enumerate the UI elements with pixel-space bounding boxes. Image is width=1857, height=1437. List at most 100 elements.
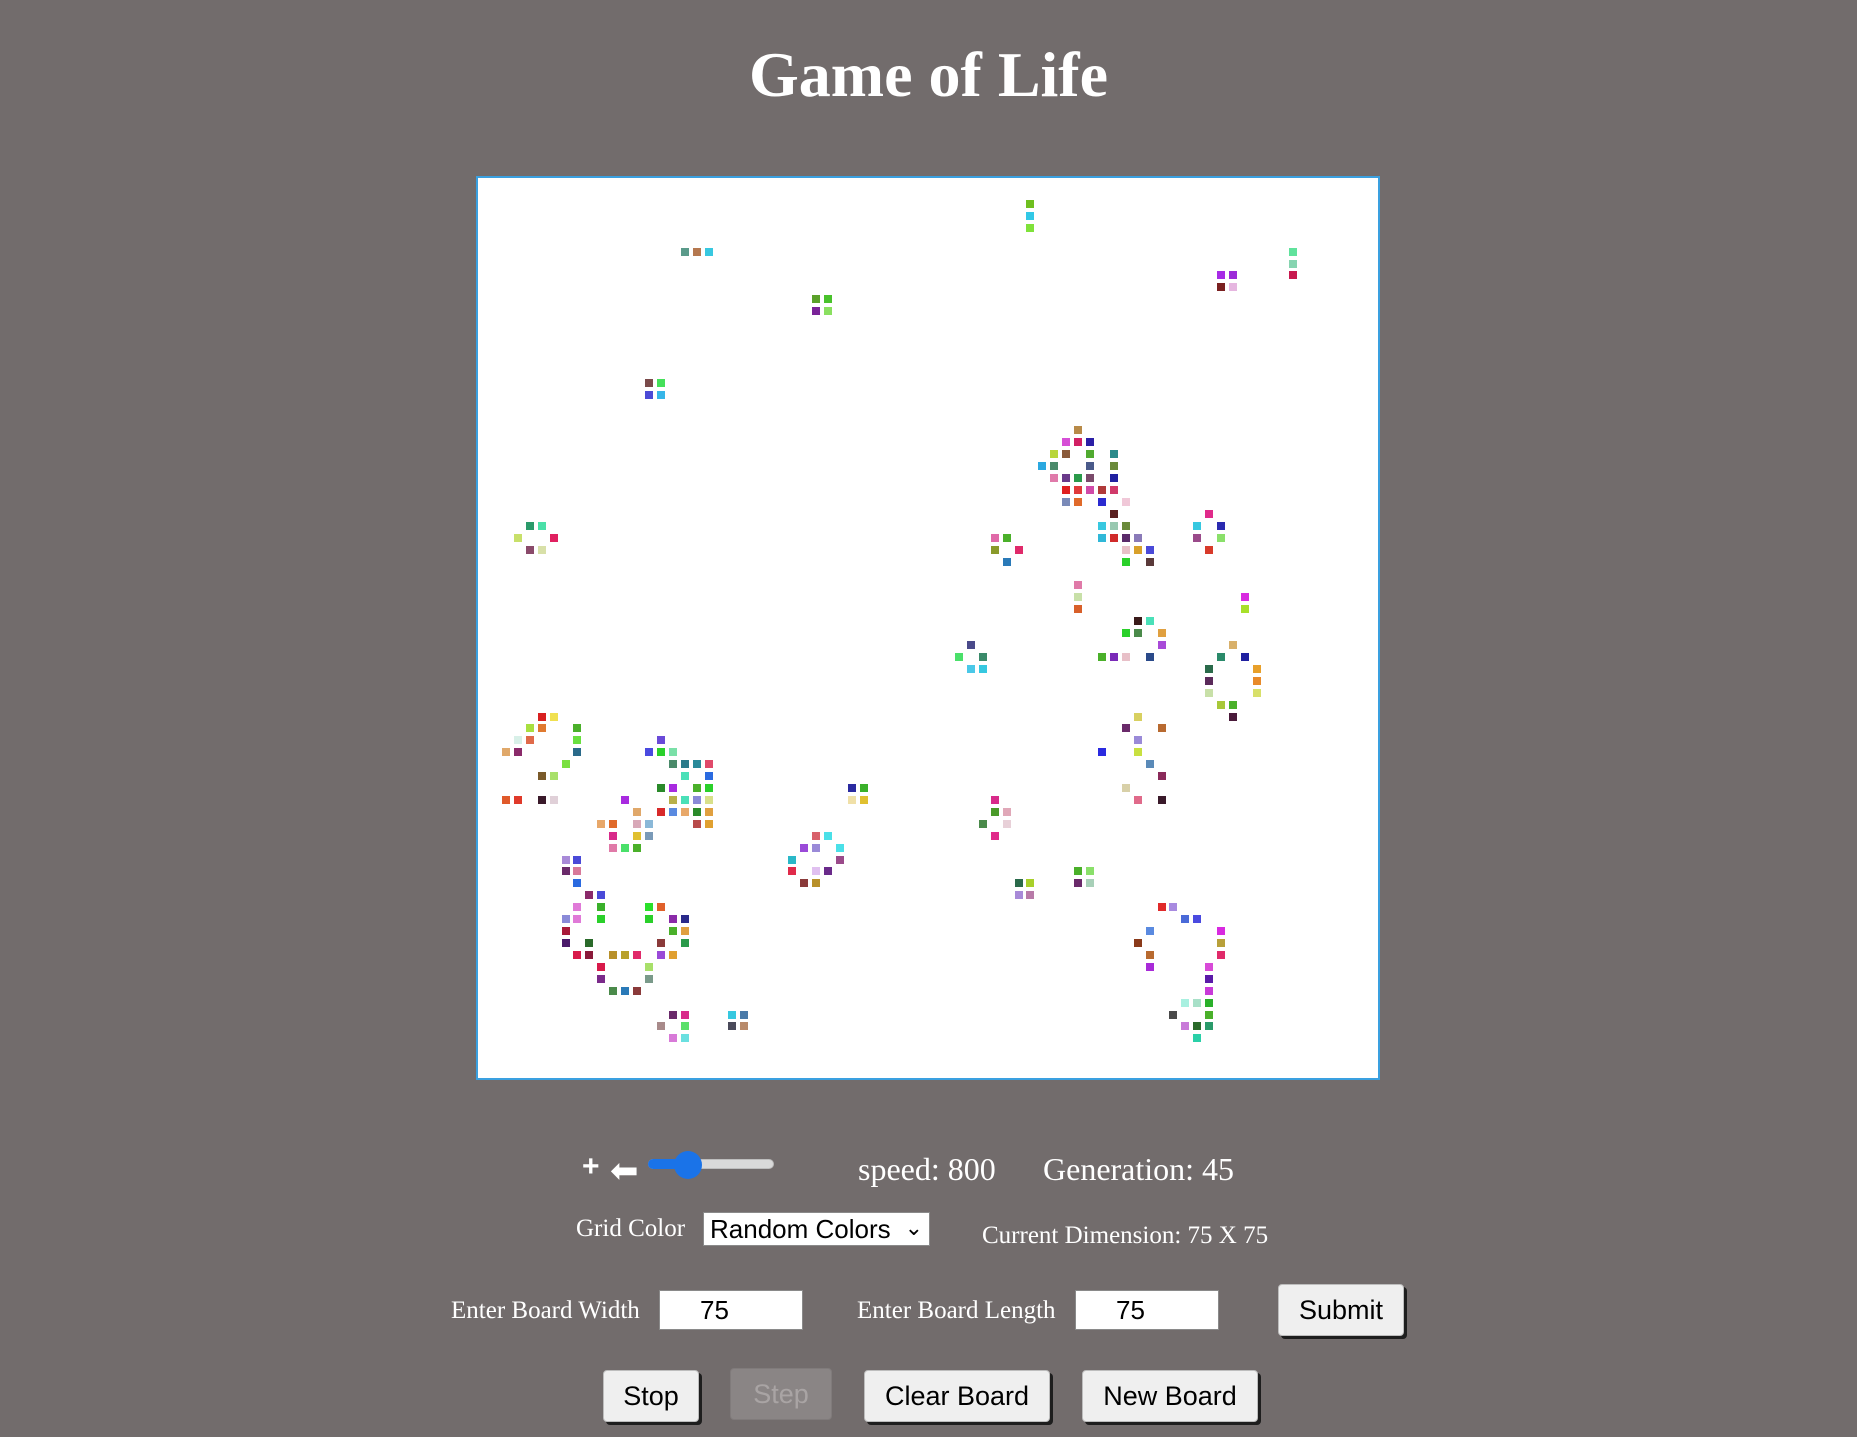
live-cell[interactable]: [740, 1022, 749, 1031]
live-cell[interactable]: [1074, 867, 1083, 876]
live-cell[interactable]: [1086, 867, 1095, 876]
live-cell[interactable]: [1145, 652, 1154, 661]
live-cell[interactable]: [1002, 819, 1011, 828]
live-cell[interactable]: [609, 831, 618, 840]
live-cell[interactable]: [633, 950, 642, 959]
live-cell[interactable]: [644, 962, 653, 971]
live-cell[interactable]: [1121, 784, 1130, 793]
live-cell[interactable]: [537, 795, 546, 804]
live-cell[interactable]: [1062, 474, 1071, 483]
live-cell[interactable]: [1086, 462, 1095, 471]
live-cell[interactable]: [668, 795, 677, 804]
live-cell[interactable]: [1217, 283, 1226, 292]
live-cell[interactable]: [1109, 533, 1118, 542]
live-cell[interactable]: [799, 879, 808, 888]
live-cell[interactable]: [692, 247, 701, 256]
live-cell[interactable]: [513, 736, 522, 745]
live-cell[interactable]: [644, 974, 653, 983]
speed-slider-thumb[interactable]: [674, 1151, 703, 1179]
live-cell[interactable]: [692, 760, 701, 769]
speed-slider[interactable]: [648, 1151, 774, 1179]
live-cell[interactable]: [680, 772, 689, 781]
live-cell[interactable]: [1205, 998, 1214, 1007]
live-cell[interactable]: [1109, 652, 1118, 661]
live-cell[interactable]: [573, 748, 582, 757]
live-cell[interactable]: [1038, 462, 1047, 471]
live-cell[interactable]: [1074, 474, 1083, 483]
live-cell[interactable]: [1097, 486, 1106, 494]
live-cell[interactable]: [1097, 533, 1106, 542]
live-cell[interactable]: [1097, 521, 1106, 530]
live-cell[interactable]: [1109, 521, 1118, 530]
live-cell[interactable]: [1217, 533, 1226, 542]
live-cell[interactable]: [1217, 700, 1226, 709]
live-cell[interactable]: [990, 533, 999, 542]
live-cell[interactable]: [668, 784, 677, 793]
live-cell[interactable]: [1062, 497, 1071, 506]
live-cell[interactable]: [1014, 545, 1023, 554]
live-cell[interactable]: [668, 807, 677, 816]
live-cell[interactable]: [609, 950, 618, 959]
live-cell[interactable]: [1145, 760, 1154, 769]
live-cell[interactable]: [1145, 545, 1154, 554]
live-cell[interactable]: [573, 855, 582, 864]
live-cell[interactable]: [1157, 903, 1166, 912]
live-cell[interactable]: [1193, 998, 1202, 1007]
live-cell[interactable]: [573, 736, 582, 745]
live-cell[interactable]: [680, 1034, 689, 1043]
live-cell[interactable]: [1086, 474, 1095, 483]
live-cell[interactable]: [656, 736, 665, 745]
live-cell[interactable]: [525, 545, 534, 554]
live-cell[interactable]: [644, 819, 653, 828]
live-cell[interactable]: [597, 974, 606, 983]
live-cell[interactable]: [1050, 474, 1059, 483]
live-cell[interactable]: [609, 843, 618, 852]
live-cell[interactable]: [1133, 617, 1142, 626]
live-cell[interactable]: [668, 760, 677, 769]
live-cell[interactable]: [1097, 497, 1106, 506]
live-cell[interactable]: [561, 938, 570, 947]
live-cell[interactable]: [1074, 497, 1083, 506]
submit-button[interactable]: Submit: [1278, 1284, 1404, 1336]
live-cell[interactable]: [1121, 652, 1130, 661]
live-cell[interactable]: [704, 819, 713, 828]
game-board[interactable]: [476, 176, 1380, 1080]
live-cell[interactable]: [680, 247, 689, 256]
live-cell[interactable]: [823, 295, 832, 304]
live-cell[interactable]: [680, 795, 689, 804]
live-cell[interactable]: [1026, 199, 1035, 208]
live-cell[interactable]: [656, 784, 665, 793]
live-cell[interactable]: [633, 986, 642, 995]
live-cell[interactable]: [644, 748, 653, 757]
live-cell[interactable]: [811, 307, 820, 316]
live-cell[interactable]: [1288, 259, 1297, 268]
live-cell[interactable]: [1109, 509, 1118, 518]
live-cell[interactable]: [704, 247, 713, 256]
live-cell[interactable]: [668, 748, 677, 757]
live-cell[interactable]: [1121, 724, 1130, 733]
live-cell[interactable]: [1109, 462, 1118, 471]
live-cell[interactable]: [966, 664, 975, 673]
live-cell[interactable]: [609, 986, 618, 995]
live-cell[interactable]: [1205, 545, 1214, 554]
live-cell[interactable]: [1205, 986, 1214, 995]
live-cell[interactable]: [561, 760, 570, 769]
live-cell[interactable]: [633, 819, 642, 828]
live-cell[interactable]: [668, 927, 677, 936]
live-cell[interactable]: [823, 831, 832, 840]
live-cell[interactable]: [513, 795, 522, 804]
live-cell[interactable]: [1074, 581, 1083, 590]
live-cell[interactable]: [656, 903, 665, 912]
live-cell[interactable]: [1050, 450, 1059, 459]
live-cell[interactable]: [1026, 223, 1035, 232]
live-cell[interactable]: [1002, 557, 1011, 566]
live-cell[interactable]: [1121, 557, 1130, 566]
live-cell[interactable]: [1217, 927, 1226, 936]
live-cell[interactable]: [1240, 605, 1249, 614]
live-cell[interactable]: [1181, 915, 1190, 924]
live-cell[interactable]: [704, 795, 713, 804]
live-cell[interactable]: [1145, 557, 1154, 566]
live-cell[interactable]: [1074, 486, 1083, 494]
live-cell[interactable]: [1062, 450, 1071, 459]
live-cell[interactable]: [811, 295, 820, 304]
